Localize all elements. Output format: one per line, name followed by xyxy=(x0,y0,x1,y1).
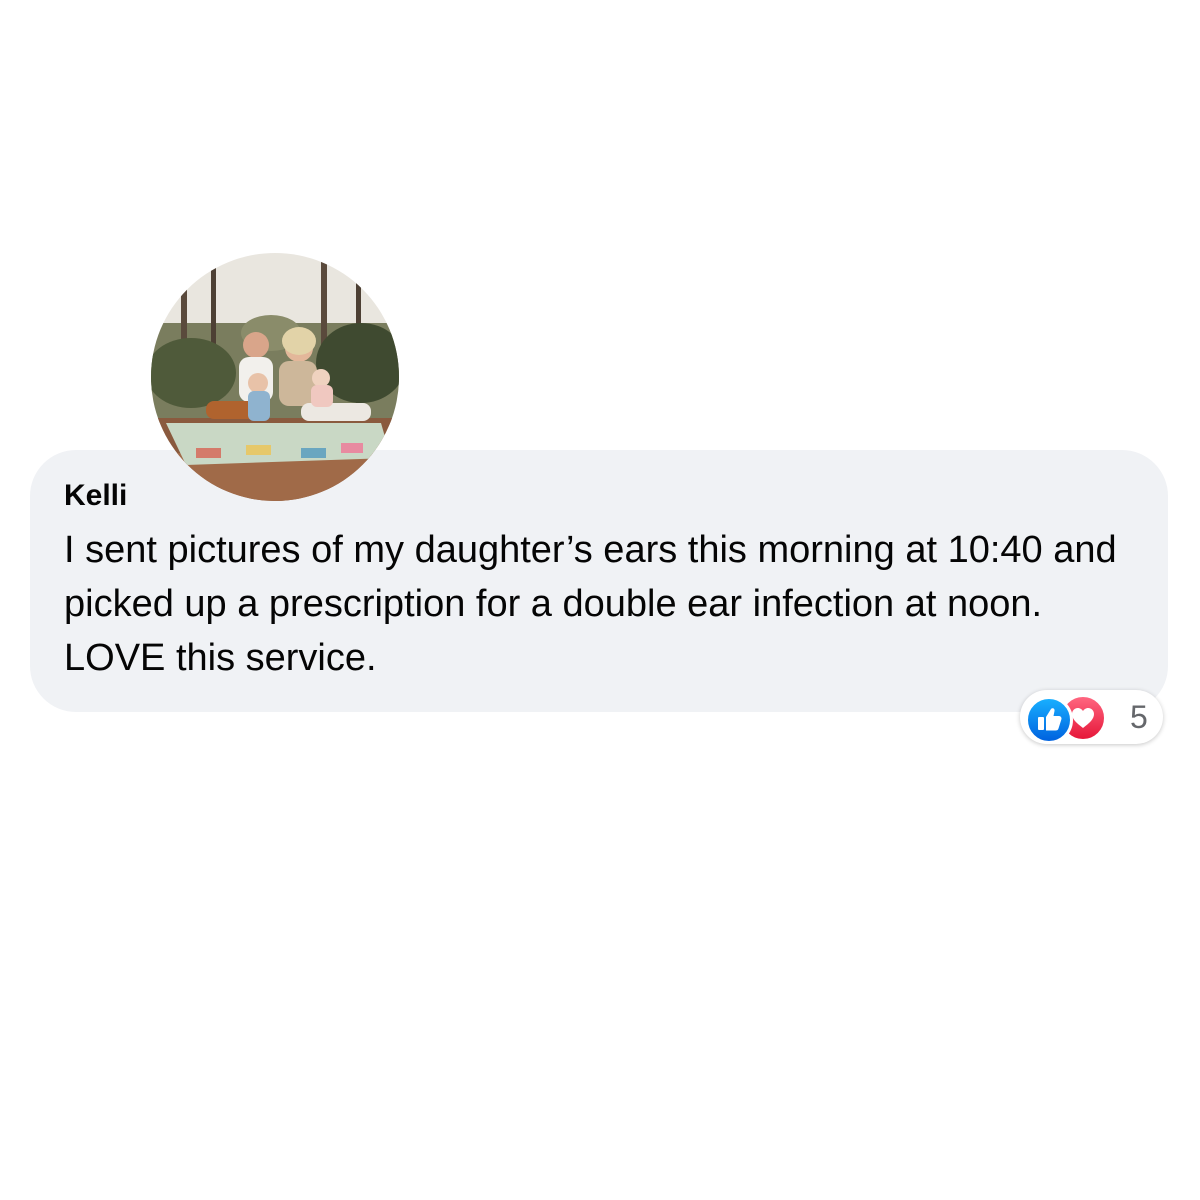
family-photo xyxy=(151,253,399,501)
like-icon xyxy=(1025,696,1073,744)
reactions-summary[interactable]: 5 xyxy=(1020,690,1163,744)
comment-author-name[interactable]: Kelli xyxy=(64,478,127,514)
comment-text: I sent pictures of my daughter’s ears th… xyxy=(64,529,1117,679)
reaction-count: 5 xyxy=(1130,699,1148,735)
avatar[interactable] xyxy=(151,253,399,501)
